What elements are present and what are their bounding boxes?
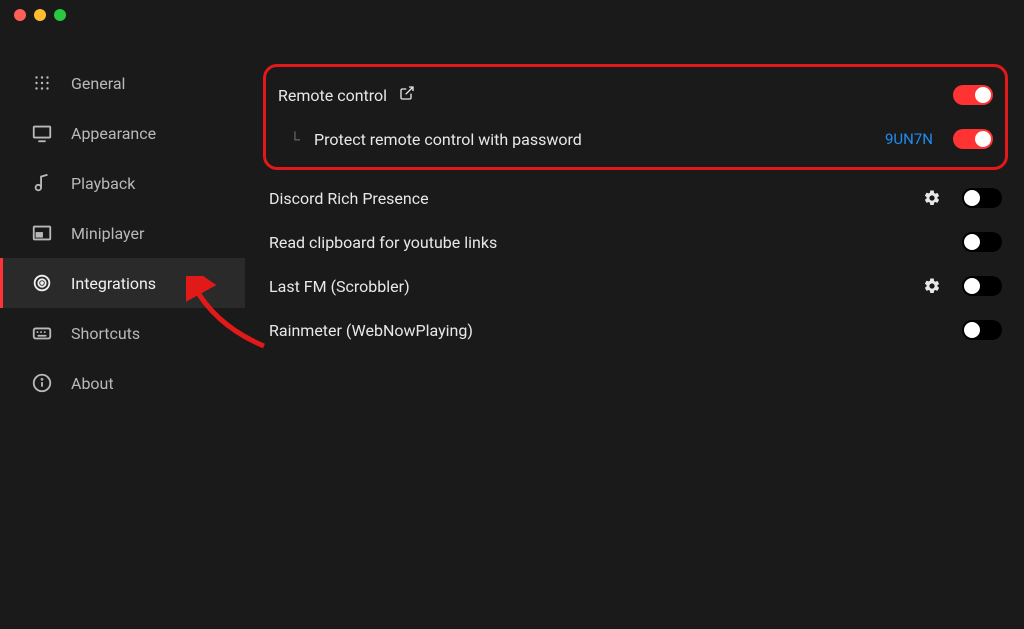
- gear-icon[interactable]: [922, 276, 942, 296]
- sidebar-item-general[interactable]: General: [0, 58, 245, 108]
- toggle-rainmeter[interactable]: [962, 320, 1002, 340]
- target-icon: [31, 272, 53, 294]
- setting-label: Protect remote control with password: [314, 130, 582, 149]
- sidebar-item-label: Integrations: [71, 274, 156, 293]
- settings-window: General Appearance Playback Miniplayer: [0, 0, 1024, 629]
- setting-rainmeter: Rainmeter (WebNowPlaying): [263, 308, 1008, 352]
- external-link-icon[interactable]: [399, 85, 415, 105]
- minimize-icon[interactable]: [34, 9, 46, 21]
- toggle-remote-password[interactable]: [953, 129, 993, 149]
- sidebar-item-label: Playback: [71, 174, 135, 193]
- dots-grid-icon: [31, 72, 53, 94]
- sidebar-item-integrations[interactable]: Integrations: [0, 258, 245, 308]
- setting-label: Rainmeter (WebNowPlaying): [269, 321, 473, 340]
- sidebar-item-label: Shortcuts: [71, 324, 140, 343]
- setting-label: Last FM (Scrobbler): [269, 277, 410, 296]
- setting-label: Read clipboard for youtube links: [269, 233, 497, 252]
- info-icon: [31, 372, 53, 394]
- setting-remote-password: └ Protect remote control with password 9…: [272, 117, 999, 161]
- password-code[interactable]: 9UN7N: [885, 130, 933, 148]
- setting-discord: Discord Rich Presence: [263, 176, 1008, 220]
- setting-label: Discord Rich Presence: [269, 189, 429, 208]
- sidebar-item-playback[interactable]: Playback: [0, 158, 245, 208]
- sidebar-item-about[interactable]: About: [0, 358, 245, 408]
- sidebar-item-label: About: [71, 374, 114, 393]
- setting-lastfm: Last FM (Scrobbler): [263, 264, 1008, 308]
- pip-icon: [31, 222, 53, 244]
- toggle-lastfm[interactable]: [962, 276, 1002, 296]
- sidebar: General Appearance Playback Miniplayer: [0, 30, 245, 629]
- music-note-icon: [31, 172, 53, 194]
- sidebar-item-appearance[interactable]: Appearance: [0, 108, 245, 158]
- sidebar-item-miniplayer[interactable]: Miniplayer: [0, 208, 245, 258]
- toggle-remote-control[interactable]: [953, 85, 993, 105]
- highlight-annotation: Remote control └ Protect remote control …: [263, 64, 1008, 170]
- sidebar-item-label: General: [71, 74, 125, 93]
- toggle-discord[interactable]: [962, 188, 1002, 208]
- toggle-clipboard[interactable]: [962, 232, 1002, 252]
- sidebar-item-shortcuts[interactable]: Shortcuts: [0, 308, 245, 358]
- sidebar-item-label: Appearance: [71, 124, 156, 143]
- monitor-icon: [31, 122, 53, 144]
- sub-indicator-icon: └: [290, 131, 304, 148]
- titlebar: [0, 0, 1024, 30]
- maximize-icon[interactable]: [54, 9, 66, 21]
- gear-icon[interactable]: [922, 188, 942, 208]
- setting-remote-control: Remote control: [272, 73, 999, 117]
- setting-clipboard: Read clipboard for youtube links: [263, 220, 1008, 264]
- close-icon[interactable]: [14, 9, 26, 21]
- settings-list: Remote control └ Protect remote control …: [263, 64, 1008, 352]
- sidebar-item-label: Miniplayer: [71, 224, 144, 243]
- keyboard-icon: [31, 322, 53, 344]
- setting-label: Remote control: [278, 86, 387, 105]
- body: General Appearance Playback Miniplayer: [0, 30, 1024, 629]
- content-panel: Remote control └ Protect remote control …: [245, 30, 1024, 629]
